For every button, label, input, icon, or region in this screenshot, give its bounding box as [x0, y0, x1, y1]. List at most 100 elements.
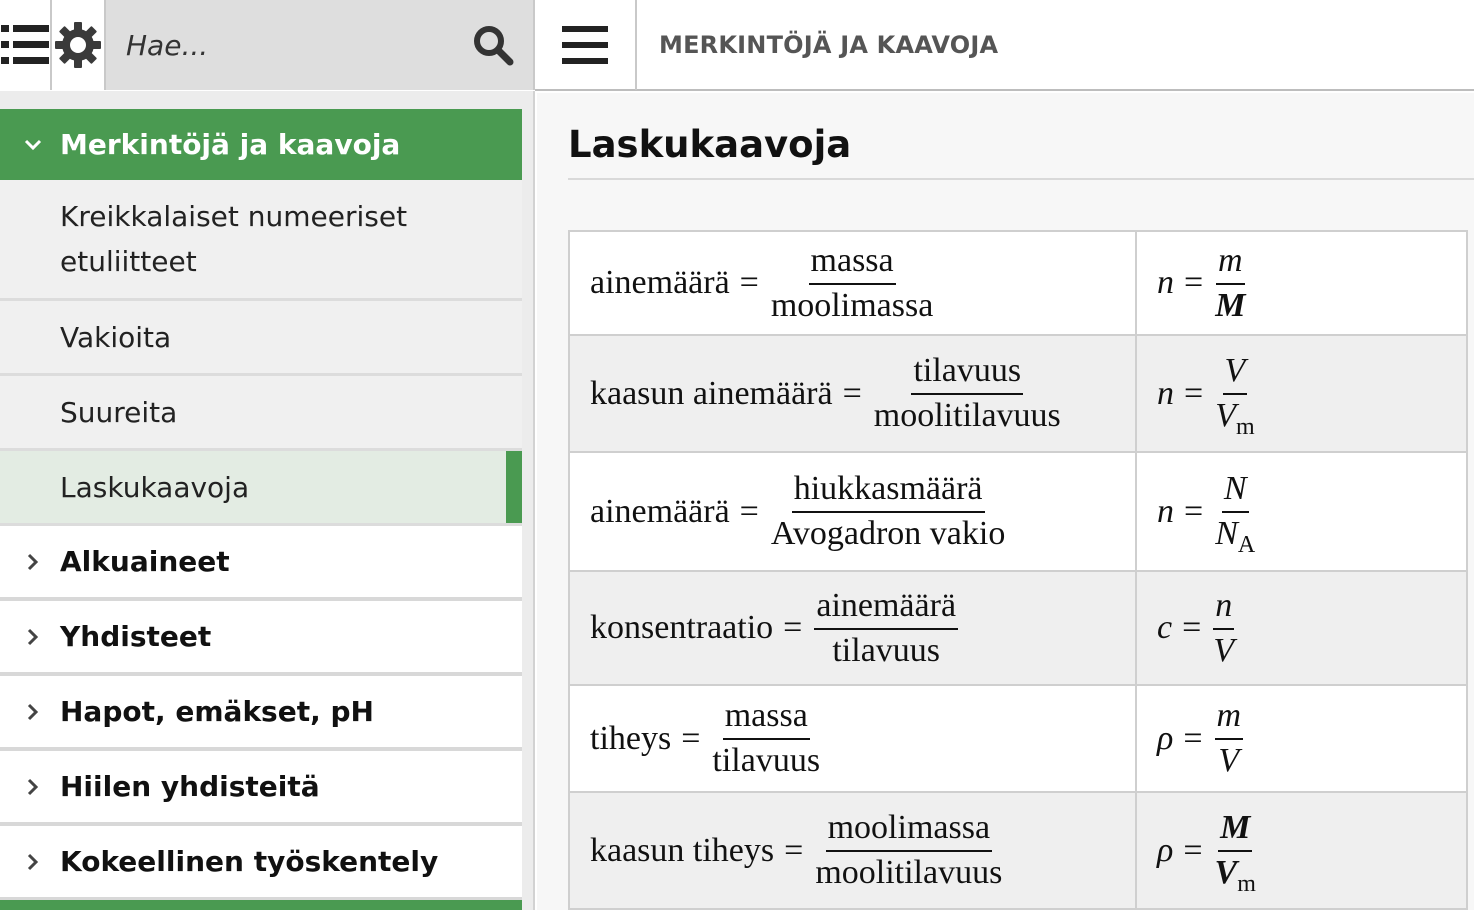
formula-symbols: c = n V — [1135, 570, 1468, 686]
sidebar-item-label: Laskukaavoja — [60, 470, 250, 504]
formula-row: konsentraatio = ainemäärä tilavuus c = n V — [568, 570, 1468, 686]
fraction-numerator: tilavuus — [911, 352, 1024, 395]
sidebar-item-laskukaavoja[interactable]: Laskukaavoja — [0, 451, 522, 526]
formula-lhs: ainemäärä — [590, 264, 730, 301]
chevron-right-icon — [22, 776, 44, 798]
sidebar-section-hiilen[interactable]: Hiilen yhdisteitä — [0, 751, 522, 826]
sidebar-section-kokeellinen[interactable]: Kokeellinen työskentely — [0, 826, 522, 901]
content-header: MERKINTÖJÄ JA KAAVOJA — [535, 0, 1474, 91]
symbol-lhs: ρ — [1157, 831, 1174, 869]
formula-table: ainemäärä = massa moolimassa n = m Mkaasun aine… — [568, 230, 1468, 910]
fraction-numerator: ainemäärä — [814, 587, 959, 630]
sidebar: Merkintöjä ja kaavoja Kreikkalaiset nume… — [0, 91, 535, 910]
symbol-numerator: N — [1221, 470, 1249, 513]
symbol-denominator: NA — [1215, 515, 1256, 558]
fraction-denominator: Avogadron vakio — [770, 515, 1006, 552]
sidebar-item-label: Kreikkalaiset numeeriset etuliitteet — [60, 200, 408, 278]
formula-words: ainemäärä = massa moolimassa — [568, 230, 1137, 336]
chevron-down-icon — [22, 134, 44, 156]
symbol-subscript: A — [1237, 532, 1256, 558]
fraction: hiukkasmäärä Avogadron vakio — [771, 470, 1005, 553]
fraction-denominator: moolitilavuus — [873, 397, 1061, 434]
sidebar-section-label: Alkuaineet — [60, 545, 230, 578]
list-menu-button[interactable] — [0, 0, 52, 90]
fraction-denominator: tilavuus — [712, 742, 821, 779]
equals-sign: = — [739, 264, 759, 301]
symbol-denominator: V — [1213, 631, 1235, 669]
sidebar-section-label: Merkintöjä ja kaavoja — [60, 128, 401, 161]
equals-sign: = — [739, 492, 759, 530]
fraction-denominator: moolitilavuus — [815, 854, 1003, 891]
left-toolbar — [0, 0, 535, 90]
sidebar-list: Merkintöjä ja kaavoja Kreikkalaiset nume… — [0, 109, 522, 901]
settings-button[interactable] — [51, 0, 106, 90]
symbol-lhs: n — [1157, 492, 1174, 530]
fraction: ainemäärä tilavuus — [814, 587, 959, 670]
gear-icon — [54, 22, 101, 68]
formula-lhs: ainemäärä — [590, 492, 730, 530]
formula-symbols: ρ = m V — [1135, 684, 1468, 793]
equals-sign: = — [783, 609, 803, 646]
equals-sign: = — [1184, 374, 1204, 412]
sidebar-section-merkintoja[interactable]: Merkintöjä ja kaavoja — [0, 109, 522, 180]
chevron-right-icon — [22, 701, 44, 723]
fraction: moolimassa moolitilavuus — [815, 809, 1002, 892]
symbol-lhs: n — [1157, 374, 1174, 412]
fraction-numerator: massa — [722, 697, 810, 740]
fraction-denominator: tilavuus — [832, 631, 941, 669]
sidebar-section-label: Hiilen yhdisteitä — [60, 770, 320, 803]
symbol-subscript: m — [1237, 871, 1256, 897]
search-icon[interactable] — [471, 23, 515, 67]
sidebar-section-hapot[interactable]: Hapot, emäkset, pH — [0, 676, 522, 751]
chevron-right-icon — [22, 551, 44, 573]
sidebar-section-label: Kokeellinen työskentely — [60, 845, 439, 878]
symbol-denominator: M — [1215, 286, 1246, 324]
symbol-numerator: m — [1216, 242, 1245, 285]
title-divider — [568, 178, 1474, 180]
formula-lhs: kaasun tiheys — [590, 831, 775, 869]
chevron-right-icon — [22, 851, 44, 873]
sidebar-item-label: Vakioita — [60, 320, 172, 354]
equals-sign: = — [1184, 264, 1204, 301]
sidebar-next-section-strip — [0, 900, 522, 910]
formula-lhs: tiheys — [590, 719, 672, 757]
formula-row: tiheys = massa tilavuus ρ = m V — [568, 684, 1468, 793]
equals-sign: = — [784, 831, 804, 869]
hamburger-icon — [562, 25, 608, 64]
sidebar-section-alkuaineet[interactable]: Alkuaineet — [0, 526, 522, 601]
page-title: Laskukaavoja — [568, 123, 852, 166]
formula-lhs: kaasun ainemäärä — [590, 374, 833, 412]
sidebar-item-kreikkalaiset[interactable]: Kreikkalaiset numeeriset etuliitteet — [0, 180, 522, 301]
content-menu-button[interactable] — [535, 0, 637, 90]
search-input[interactable] — [126, 28, 471, 62]
fraction: massa tilavuus — [712, 697, 820, 780]
symbol-numerator: m — [1214, 697, 1244, 740]
formula-row: ainemäärä = hiukkasmäärä Avogadron vakio n = N… — [568, 451, 1468, 572]
sidebar-item-vakioita[interactable]: Vakioita — [0, 301, 522, 376]
symbol-fraction: nV — [1213, 587, 1235, 670]
fraction-numerator: hiukkasmäärä — [791, 470, 985, 513]
chevron-right-icon — [22, 626, 44, 648]
symbol-fraction: mM — [1215, 242, 1245, 325]
symbol-numerator: V — [1222, 352, 1248, 395]
sidebar-section-label: Hapot, emäkset, pH — [60, 695, 374, 728]
sidebar-item-suureita[interactable]: Suureita — [0, 376, 522, 451]
list-menu-icon — [0, 25, 49, 64]
symbol-numerator: n — [1213, 587, 1235, 630]
symbol-lhs: c — [1157, 609, 1173, 646]
formula-row: kaasun tiheys = moolimassa moolitilavuus ρ = M… — [568, 791, 1468, 910]
fraction-numerator: massa — [808, 242, 896, 285]
symbol-fraction: M Vm — [1215, 809, 1256, 897]
formula-words: kaasun ainemäärä = tilavuus moolitilavuus — [568, 334, 1137, 453]
symbol-fraction: N NA — [1215, 470, 1256, 558]
formula-symbols: n = m M — [1135, 230, 1468, 336]
formula-symbols: ρ = M Vm — [1135, 791, 1468, 910]
fraction: massa moolimassa — [771, 242, 933, 325]
sidebar-section-yhdisteet[interactable]: Yhdisteet — [0, 601, 522, 676]
formula-symbols: n = N NA — [1135, 451, 1468, 572]
symbol-subscript: m — [1235, 414, 1255, 440]
equals-sign: = — [1183, 719, 1203, 757]
symbol-fraction: V Vm — [1215, 352, 1254, 440]
formula-words: tiheys = massa tilavuus — [568, 684, 1137, 793]
formula-words: ainemäärä = hiukkasmäärä Avogadron vakio — [568, 451, 1137, 572]
